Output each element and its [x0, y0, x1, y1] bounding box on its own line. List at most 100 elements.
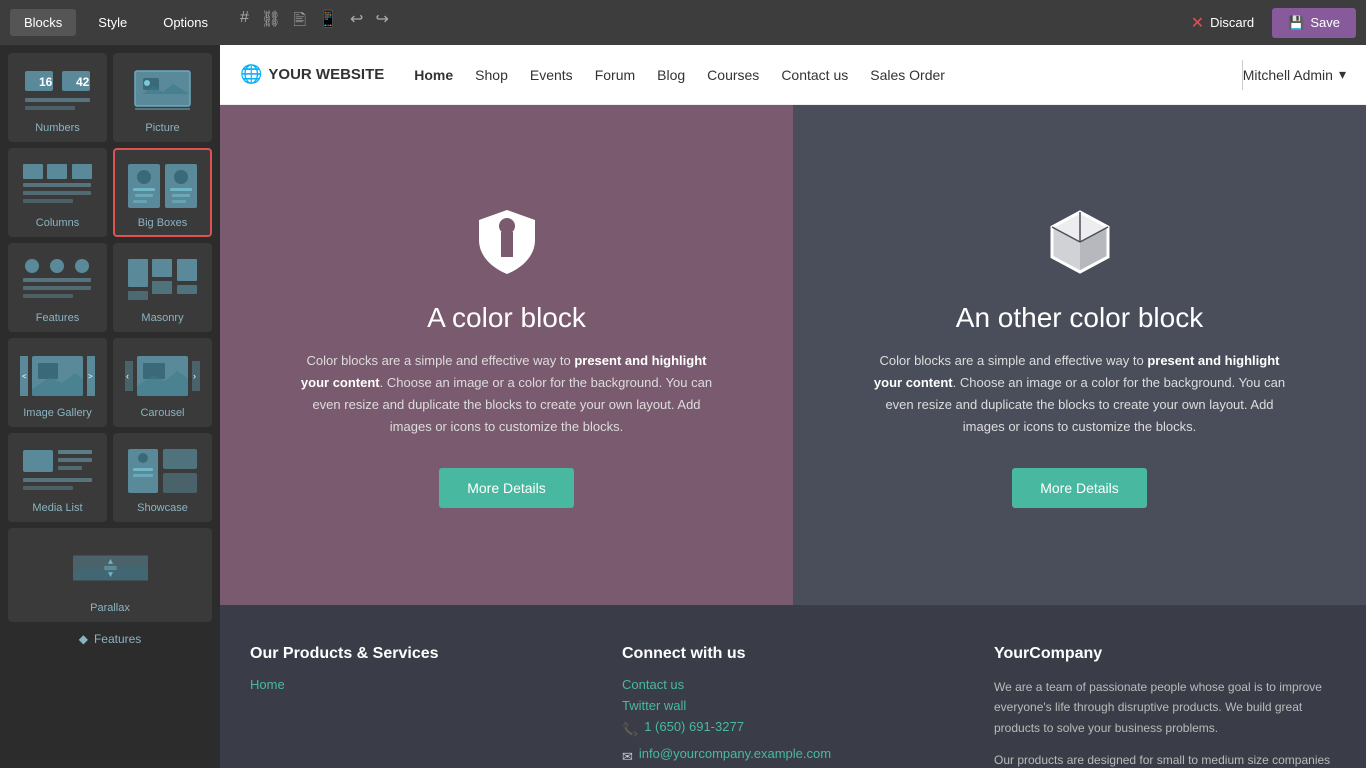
- sidebar-footer: ◆ Features: [8, 622, 212, 650]
- sidebar-item-numbers[interactable]: 16 42 Numbers: [8, 53, 107, 142]
- sidebar-item-features[interactable]: Features: [8, 243, 107, 332]
- nav-link-sales-order[interactable]: Sales Order: [870, 67, 945, 83]
- footer-section: Our Products & Services Home Connect wit…: [220, 605, 1366, 768]
- showcase-label: Showcase: [137, 502, 188, 514]
- sidebar-footer-label: Features: [94, 632, 141, 646]
- sidebar: 16 42 Numbers: [0, 45, 220, 768]
- sidebar-item-big-boxes[interactable]: Big Boxes: [113, 148, 212, 237]
- image-gallery-label: Image Gallery: [23, 407, 91, 419]
- big-boxes-label: Big Boxes: [138, 217, 188, 229]
- sidebar-item-showcase[interactable]: Showcase: [113, 433, 212, 522]
- sidebar-item-image-gallery[interactable]: < > Image Gallery: [8, 338, 107, 427]
- footer-phone-link[interactable]: 1 (650) 691-3277: [644, 719, 744, 734]
- media-list-icon: [18, 443, 98, 498]
- masonry-label: Masonry: [141, 312, 183, 324]
- footer-company-text2: Our products are designed for small to m…: [994, 750, 1336, 768]
- nav-links: Home Shop Events Forum Blog Courses Cont…: [414, 67, 1241, 83]
- sidebar-item-columns[interactable]: Columns: [8, 148, 107, 237]
- nav-user[interactable]: Mitchell Admin ▾: [1243, 66, 1346, 83]
- shield-icon: [467, 202, 547, 282]
- save-button[interactable]: 💾 Save: [1272, 8, 1356, 38]
- sidebar-item-picture[interactable]: Picture: [113, 53, 212, 142]
- features-icon: [18, 253, 98, 308]
- right-block-title: An other color block: [956, 302, 1203, 334]
- toolbar: Blocks Style Options # ⛓ 🖹 📱 ↩ ↪ ✕ Disca…: [0, 0, 1366, 45]
- footer-phone-row: 📞 1 (650) 691-3277: [622, 719, 964, 740]
- mobile-icon[interactable]: 📱: [318, 9, 338, 36]
- discard-button[interactable]: ✕ Discard: [1191, 13, 1254, 33]
- footer-company-text1: We are a team of passionate people whose…: [994, 677, 1336, 738]
- big-boxes-icon: [123, 158, 203, 213]
- footer-link-contact[interactable]: Contact us: [622, 677, 964, 692]
- svg-text:‹: ‹: [126, 371, 129, 381]
- discard-x-icon: ✕: [1191, 13, 1204, 33]
- footer-email-link[interactable]: info@yourcompany.example.com: [639, 746, 831, 761]
- nav-link-contact[interactable]: Contact us: [781, 67, 848, 83]
- footer-col-products: Our Products & Services Home: [250, 645, 592, 768]
- right-block-description: Color blocks are a simple and effective …: [870, 350, 1290, 438]
- footer-link-home[interactable]: Home: [250, 677, 592, 692]
- save-floppy-icon: 💾: [1288, 15, 1304, 31]
- nav-link-events[interactable]: Events: [530, 67, 573, 83]
- tab-options[interactable]: Options: [149, 9, 222, 36]
- site-nav: 🌐 YOUR WEBSITE Home Shop Events Forum Bl…: [220, 45, 1366, 105]
- main-layout: 16 42 Numbers: [0, 45, 1366, 768]
- footer-link-twitter-wall[interactable]: Twitter wall: [622, 698, 964, 713]
- parallax-label: Parallax: [90, 602, 130, 614]
- footer-col-company: YourCompany We are a team of passionate …: [994, 645, 1336, 768]
- sidebar-item-media-list[interactable]: Media List: [8, 433, 107, 522]
- right-more-details-button[interactable]: More Details: [1012, 468, 1147, 508]
- logo-text: YOUR WEBSITE: [268, 66, 384, 83]
- page-icon[interactable]: 🖹: [293, 9, 306, 36]
- tab-blocks[interactable]: Blocks: [10, 9, 76, 36]
- undo-icon[interactable]: ↩: [350, 9, 363, 36]
- media-list-label: Media List: [32, 502, 82, 514]
- left-more-details-button[interactable]: More Details: [439, 468, 574, 508]
- nav-link-shop[interactable]: Shop: [475, 67, 508, 83]
- sidebar-item-masonry[interactable]: Masonry: [113, 243, 212, 332]
- carousel-label: Carousel: [140, 407, 184, 419]
- svg-text:>: >: [88, 372, 93, 381]
- footer-company-title: YourCompany: [994, 645, 1336, 663]
- picture-label: Picture: [145, 122, 179, 134]
- tab-style[interactable]: Style: [84, 9, 141, 36]
- chevron-down-icon: ▾: [1339, 66, 1346, 83]
- site-logo: 🌐 YOUR WEBSITE: [240, 64, 384, 85]
- left-block-title: A color block: [427, 302, 586, 334]
- numbers-label: Numbers: [35, 122, 80, 134]
- footer-col-connect: Connect with us Contact us Twitter wall …: [622, 645, 964, 768]
- svg-text:16: 16: [39, 75, 53, 89]
- nav-link-courses[interactable]: Courses: [707, 67, 759, 83]
- image-gallery-icon: < >: [18, 348, 98, 403]
- cube-icon: [1040, 202, 1120, 282]
- numbers-icon: 16 42: [18, 63, 98, 118]
- svg-text:42: 42: [76, 75, 90, 89]
- carousel-icon: ‹ ›: [123, 348, 203, 403]
- showcase-icon: [123, 443, 203, 498]
- color-block-right: An other color block Color blocks are a …: [793, 105, 1366, 605]
- phone-icon: 📞: [622, 722, 638, 738]
- globe-icon: 🌐: [240, 64, 262, 85]
- parallax-icon: [14, 538, 206, 598]
- save-label: Save: [1310, 15, 1340, 30]
- columns-icon: [18, 158, 98, 213]
- columns-label: Columns: [36, 217, 79, 229]
- link-icon[interactable]: ⛓: [261, 9, 281, 36]
- sidebar-item-carousel[interactable]: ‹ › Carousel: [113, 338, 212, 427]
- hero-section: A color block Color blocks are a simple …: [220, 105, 1366, 605]
- sidebar-item-parallax[interactable]: Parallax: [8, 528, 212, 622]
- left-block-description: Color blocks are a simple and effective …: [297, 350, 717, 438]
- nav-link-forum[interactable]: Forum: [595, 67, 635, 83]
- svg-text:›: ›: [193, 371, 196, 381]
- nav-link-blog[interactable]: Blog: [657, 67, 685, 83]
- sidebar-grid: 16 42 Numbers: [8, 53, 212, 622]
- user-name: Mitchell Admin: [1243, 67, 1333, 83]
- nav-link-home[interactable]: Home: [414, 67, 453, 83]
- color-block-left: A color block Color blocks are a simple …: [220, 105, 793, 605]
- footer-connect-title: Connect with us: [622, 645, 964, 663]
- email-icon: ✉: [622, 749, 633, 765]
- footer-products-title: Our Products & Services: [250, 645, 592, 663]
- masonry-icon: [123, 253, 203, 308]
- redo-icon[interactable]: ↪: [375, 9, 388, 36]
- hash-icon[interactable]: #: [240, 9, 249, 36]
